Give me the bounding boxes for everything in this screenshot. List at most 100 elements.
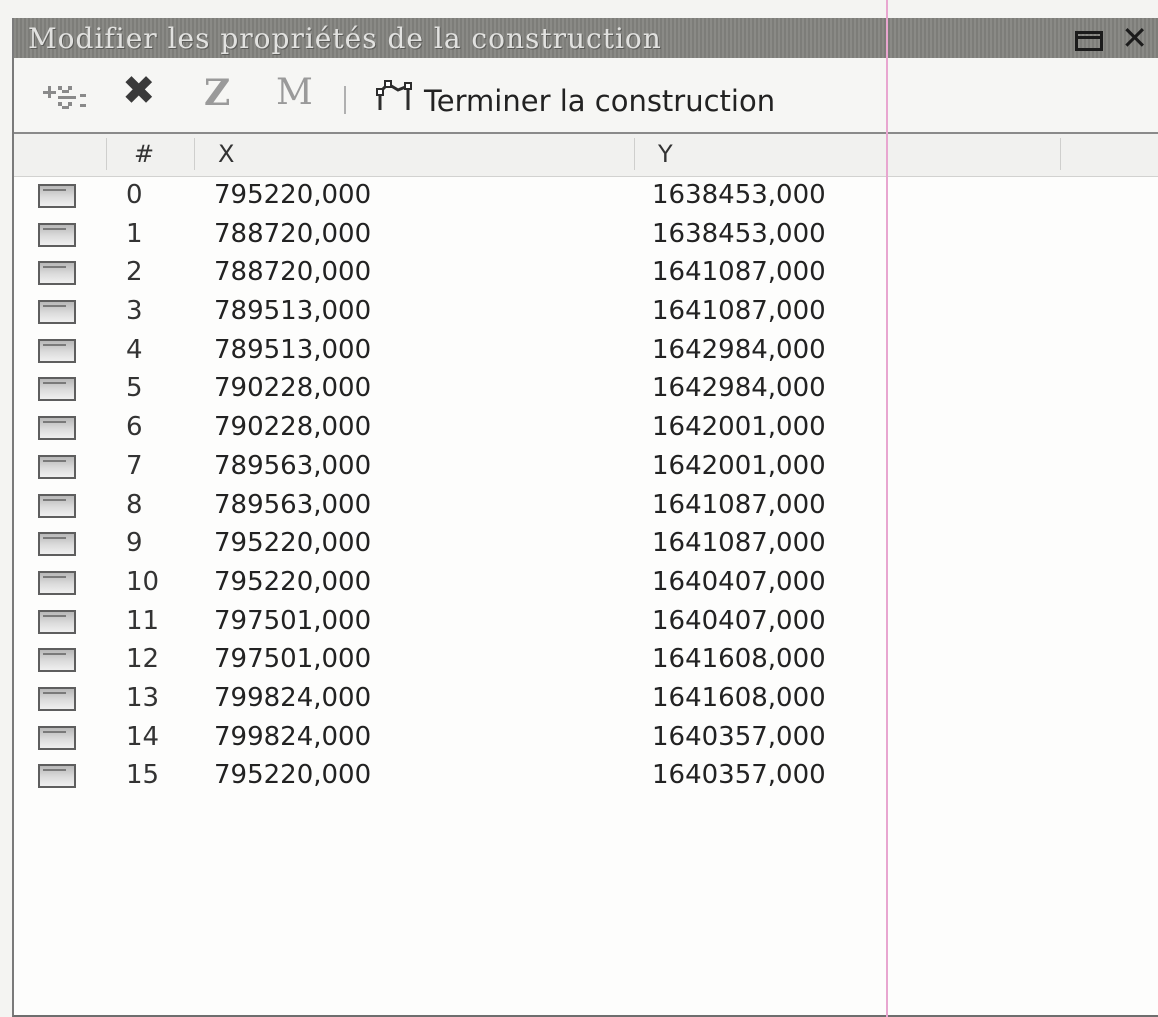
close-icon[interactable]: ✕ <box>1121 22 1148 54</box>
table-row[interactable]: 12 797501,000 1641608,000 <box>14 642 1158 681</box>
finish-construction-label: Terminer la construction <box>424 83 776 118</box>
cell-y[interactable]: 1641087,000 <box>652 257 826 287</box>
finish-construction-button[interactable]: Terminer la construction <box>374 80 775 121</box>
row-selector[interactable] <box>38 377 76 402</box>
finish-construction-icon <box>374 80 414 121</box>
table-row[interactable]: 11 797501,000 1640407,000 <box>14 604 1158 643</box>
cell-x[interactable]: 795220,000 <box>214 528 371 558</box>
cell-index: 4 <box>126 334 143 365</box>
cell-y[interactable]: 1641087,000 <box>652 490 826 520</box>
cell-y[interactable]: 1642001,000 <box>652 451 826 481</box>
table-row[interactable]: 1 788720,000 1638453,000 <box>14 217 1158 256</box>
header-separator <box>106 138 107 170</box>
cell-y[interactable]: 1642001,000 <box>652 412 826 442</box>
table-row[interactable]: 6 790228,000 1642001,000 <box>14 410 1158 449</box>
table-row[interactable]: 3 789513,000 1641087,000 <box>14 294 1158 333</box>
cell-y[interactable]: 1641608,000 <box>652 683 826 713</box>
cell-index: 15 <box>126 760 160 791</box>
guide-line <box>886 0 888 1017</box>
cell-x[interactable]: 799824,000 <box>214 683 371 713</box>
row-selector[interactable] <box>38 493 76 518</box>
table-row[interactable]: 4 789513,000 1642984,000 <box>14 333 1158 372</box>
add-vertex-icon[interactable] <box>40 82 102 118</box>
row-selector[interactable] <box>38 338 76 363</box>
row-selector[interactable] <box>38 261 76 286</box>
table-row[interactable]: 7 789563,000 1642001,000 <box>14 449 1158 488</box>
header-separator <box>194 138 195 170</box>
cell-index: 14 <box>126 721 160 752</box>
toolbar-separator <box>344 86 346 114</box>
cell-x[interactable]: 799824,000 <box>214 722 371 752</box>
cell-index: 2 <box>126 257 143 288</box>
row-selector[interactable] <box>38 184 76 208</box>
row-selector[interactable] <box>38 300 76 325</box>
cell-x[interactable]: 789563,000 <box>214 490 371 520</box>
cell-x[interactable]: 795220,000 <box>214 567 371 597</box>
row-selector[interactable] <box>38 764 76 789</box>
edit-construction-window: Modifier les propriétés de la constructi… <box>12 18 1158 1017</box>
table-row[interactable]: 13 799824,000 1641608,000 <box>14 681 1158 720</box>
cell-index: 0 <box>126 180 143 210</box>
toolbar: ✖ Z M Terminer la construction <box>14 62 1158 132</box>
cell-x[interactable]: 797501,000 <box>214 606 371 636</box>
cell-y[interactable]: 1641608,000 <box>652 644 826 674</box>
row-selector[interactable] <box>38 532 76 557</box>
title-bar[interactable]: Modifier les propriétés de la constructi… <box>14 18 1158 58</box>
row-selector[interactable] <box>38 222 76 247</box>
cell-x[interactable]: 788720,000 <box>214 219 371 249</box>
row-selector[interactable] <box>38 648 76 673</box>
table-row[interactable]: 10 795220,000 1640407,000 <box>14 565 1158 604</box>
table-row[interactable]: 9 795220,000 1641087,000 <box>14 526 1158 565</box>
cell-y[interactable]: 1640357,000 <box>652 722 826 752</box>
cell-x[interactable]: 789513,000 <box>214 296 371 326</box>
cell-x[interactable]: 795220,000 <box>214 180 371 210</box>
vertex-grid: # X Y 0 795220,000 1638453,000 1 788720,000… <box>14 132 1158 1015</box>
cell-x[interactable]: 789513,000 <box>214 335 371 365</box>
cell-x[interactable]: 788720,000 <box>214 257 371 287</box>
row-selector[interactable] <box>38 686 76 711</box>
delete-icon[interactable]: ✖ <box>122 68 156 114</box>
row-selector[interactable] <box>38 570 76 595</box>
cell-x[interactable]: 790228,000 <box>214 373 371 403</box>
row-selector[interactable] <box>38 416 76 441</box>
restore-icon[interactable] <box>1075 31 1104 51</box>
table-row[interactable]: 14 799824,000 1640357,000 <box>14 720 1158 759</box>
header-index[interactable]: # <box>134 140 154 168</box>
window-controls: ✕ <box>1075 22 1148 54</box>
cell-x[interactable]: 790228,000 <box>214 412 371 442</box>
cell-y[interactable]: 1642984,000 <box>652 373 826 403</box>
cell-x[interactable]: 789563,000 <box>214 451 371 481</box>
header-y[interactable]: Y <box>658 140 673 168</box>
cell-y[interactable]: 1638453,000 <box>652 180 826 210</box>
header-x[interactable]: X <box>218 140 234 168</box>
cell-y[interactable]: 1640407,000 <box>652 567 826 597</box>
z-button[interactable]: Z <box>204 72 230 114</box>
cell-x[interactable]: 797501,000 <box>214 644 371 674</box>
table-row[interactable]: 15 795220,000 1640357,000 <box>14 758 1158 797</box>
cell-y[interactable]: 1642984,000 <box>652 335 826 365</box>
table-row[interactable]: 0 795220,000 1638453,000 <box>14 178 1158 217</box>
cell-y[interactable]: 1641087,000 <box>652 528 826 558</box>
cell-index: 9 <box>126 528 143 559</box>
cell-y[interactable]: 1640357,000 <box>652 760 826 790</box>
cell-index: 13 <box>126 682 160 713</box>
window-title: Modifier les propriétés de la constructi… <box>28 22 662 55</box>
cell-index: 7 <box>126 450 143 481</box>
cell-index: 10 <box>126 566 160 597</box>
cell-y[interactable]: 1640407,000 <box>652 606 826 636</box>
table-row[interactable]: 5 790228,000 1642984,000 <box>14 371 1158 410</box>
row-selector[interactable] <box>38 725 76 750</box>
header-separator <box>634 138 635 170</box>
cell-x[interactable]: 795220,000 <box>214 760 371 790</box>
row-selector[interactable] <box>38 609 76 634</box>
table-row[interactable]: 8 789563,000 1641087,000 <box>14 488 1158 527</box>
cell-y[interactable]: 1638453,000 <box>652 219 826 249</box>
header-separator <box>1060 138 1061 170</box>
grid-rows: 0 795220,000 1638453,000 1 788720,000 163845… <box>14 178 1158 797</box>
cell-y[interactable]: 1641087,000 <box>652 296 826 326</box>
m-button[interactable]: M <box>276 72 313 113</box>
cell-index: 3 <box>126 296 143 327</box>
cell-index: 5 <box>126 373 143 404</box>
table-row[interactable]: 2 788720,000 1641087,000 <box>14 255 1158 294</box>
row-selector[interactable] <box>38 454 76 479</box>
